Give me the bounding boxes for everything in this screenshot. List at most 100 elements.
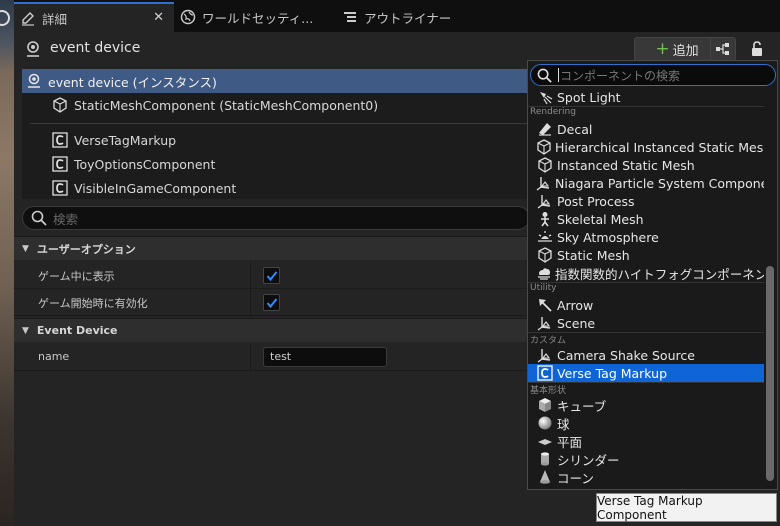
scene-icon: [536, 193, 554, 209]
list-item[interactable]: 指数関数的ハイトフォグコンポーネン: [528, 264, 764, 282]
list-item[interactable]: コーン: [528, 468, 764, 486]
name-text-field[interactable]: test: [263, 347, 387, 367]
list-item-label: Verse Tag Markup: [557, 365, 668, 381]
tree-item-instance-label: event device (インスタンス): [48, 74, 217, 90]
list-item[interactable]: Scene: [528, 314, 764, 332]
list-item-label: Instanced Static Mesh: [557, 157, 695, 173]
list-section-header: Utility: [528, 282, 764, 296]
collapse-arrow-icon: ▼: [22, 325, 29, 336]
tooltip: Verse Tag Markup Component: [596, 493, 777, 522]
viewport-gizmo-icon: [0, 10, 10, 26]
list-item-label: 指数関数的ハイトフォグコンポーネン: [555, 266, 764, 282]
cube-icon: [536, 397, 554, 413]
list-item[interactable]: Sky Atmosphere: [528, 228, 764, 246]
spot-light-icon: [536, 89, 554, 105]
blueprint-button[interactable]: [710, 37, 736, 61]
details-search-input[interactable]: 検索: [22, 206, 530, 230]
list-item-label: Arrow: [557, 297, 594, 313]
scrollbar-thumb[interactable]: [766, 266, 774, 481]
component-search-input[interactable]: コンポーネントの検索: [530, 64, 776, 86]
list-item-label: Skeletal Mesh: [557, 211, 644, 227]
enable-on-start-checkbox[interactable]: [263, 294, 280, 311]
list-item[interactable]: Camera Shake Source: [528, 346, 764, 364]
cylinder-icon: [536, 451, 554, 467]
search-icon: [537, 68, 552, 83]
tree-item-toy-options-label: ToyOptionsComponent: [74, 156, 216, 172]
viewport-edge: [0, 0, 14, 526]
property-label: name: [38, 350, 70, 363]
scene-icon: [536, 175, 552, 191]
search-icon: [31, 210, 47, 226]
list-section-header: Rendering: [528, 106, 764, 120]
list-item[interactable]: Static Mesh: [528, 246, 764, 264]
plus-icon: +: [655, 38, 670, 59]
actor-icon: [24, 40, 42, 61]
list-item[interactable]: シリンダー: [528, 450, 764, 468]
unlock-icon: [752, 41, 762, 56]
list-item-label: Decal: [557, 121, 593, 137]
list-item[interactable]: Skeletal Mesh: [528, 210, 764, 228]
actor-icon: [26, 73, 42, 89]
scene-icon: [536, 347, 554, 363]
category-user-options[interactable]: ▼ ユーザーオプション: [14, 236, 534, 260]
blueprint-icon: [716, 43, 729, 55]
tab-outliner-label: アウトライナー: [364, 10, 452, 26]
tree-item-toy-options[interactable]: ToyOptionsComponent: [22, 152, 532, 176]
checkmark-icon: [266, 297, 277, 308]
component-c-icon: [536, 365, 554, 381]
list-item[interactable]: Instanced Static Mesh: [528, 156, 764, 174]
tab-details-label: 詳細: [42, 11, 68, 27]
list-item-label: Hierarchical Instanced Static Mesh: [555, 139, 764, 155]
list-icon: [342, 9, 358, 25]
list-item[interactable]: Decal: [528, 120, 764, 138]
list-item-label: Niagara Particle System Component: [555, 175, 764, 191]
column-divider: [250, 289, 251, 316]
tree-item-instance[interactable]: event device (インスタンス): [22, 69, 532, 93]
property-label: ゲーム中に表示: [38, 270, 115, 283]
list-item[interactable]: Post Process: [528, 192, 764, 210]
list-item-label: コーン: [557, 470, 594, 486]
list-item[interactable]: Niagara Particle System Component: [528, 174, 764, 192]
mesh-icon: [536, 247, 554, 263]
close-icon[interactable]: ✕: [153, 10, 164, 25]
list-section-header: カスタム: [528, 332, 764, 346]
tree-item-verse-tag-markup[interactable]: VerseTagMarkup: [22, 128, 532, 152]
add-component-button[interactable]: + 追加: [634, 37, 720, 61]
add-component-popup: コンポーネントの検索 Spot Light Rendering Decal Hiera…: [527, 60, 778, 490]
category-event-device[interactable]: ▼ Event Device: [14, 318, 534, 342]
text-caret: [558, 68, 559, 82]
tab-details[interactable]: 詳細 ✕: [14, 2, 174, 32]
tree-item-static-mesh[interactable]: StaticMeshComponent (StaticMeshComponent…: [22, 93, 532, 117]
category-event-device-label: Event Device: [36, 324, 118, 337]
show-in-game-checkbox[interactable]: [263, 267, 280, 284]
list-item[interactable]: Arrow: [528, 296, 764, 314]
list-item-label: Post Process: [557, 193, 635, 209]
tree-item-visible-in-game[interactable]: VisibleInGameComponent: [22, 176, 532, 200]
component-c-icon: [52, 156, 68, 172]
list-item-label: キューブ: [557, 398, 607, 414]
list-item[interactable]: キューブ: [528, 396, 764, 414]
arrow-icon: [536, 297, 554, 313]
fog-icon: [536, 265, 552, 281]
tab-world-settings[interactable]: ワールドセッティ...: [180, 2, 340, 32]
list-item-label: Camera Shake Source: [557, 347, 695, 363]
lock-button[interactable]: [746, 38, 768, 60]
list-item[interactable]: 平面: [528, 432, 764, 450]
add-component-label: 追加: [672, 43, 699, 59]
list-item-label: Sky Atmosphere: [557, 229, 659, 245]
tree-item-visible-in-game-label: VisibleInGameComponent: [74, 180, 237, 196]
list-item[interactable]: 球: [528, 414, 764, 432]
list-item[interactable]: Verse Tag Markup: [528, 364, 764, 382]
sphere-icon: [536, 415, 554, 431]
list-item[interactable]: Spot Light: [528, 88, 764, 106]
tree-divider: [30, 123, 532, 124]
mesh-icon: [536, 139, 552, 155]
column-divider: [250, 344, 251, 371]
cone-icon: [536, 469, 554, 485]
list-item-label: Scene: [557, 315, 596, 331]
globe-icon: [180, 9, 196, 25]
tab-outliner[interactable]: アウトライナー: [342, 2, 502, 32]
list-item[interactable]: Hierarchical Instanced Static Mesh: [528, 138, 764, 156]
list-section-header: 基本形状: [528, 382, 764, 396]
mesh-icon: [536, 157, 554, 173]
